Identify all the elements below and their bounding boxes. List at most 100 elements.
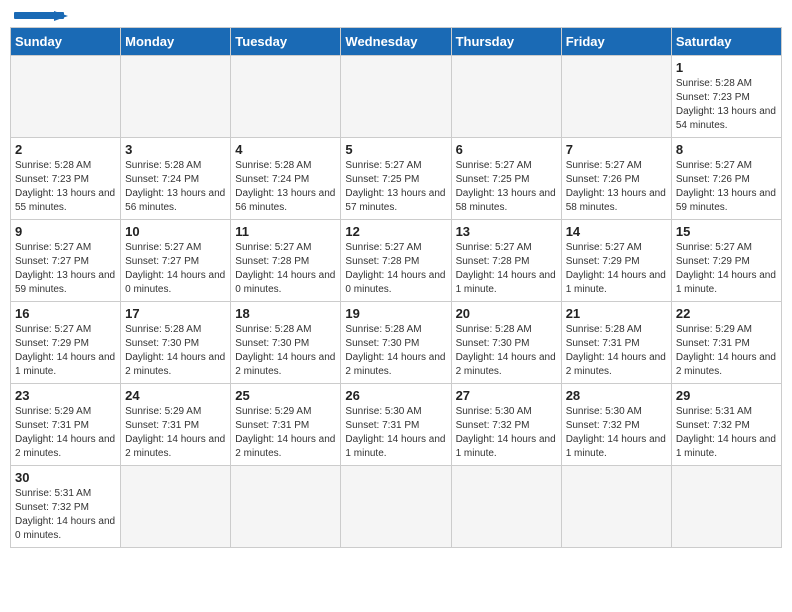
calendar-cell: 21 Sunrise: 5:28 AM Sunset: 7:31 PM Dayli… xyxy=(561,302,671,384)
day-info: Sunrise: 5:27 AM Sunset: 7:25 PM Dayligh… xyxy=(345,159,446,215)
page-header xyxy=(10,10,782,19)
calendar-cell: 26Sunrise: 5:30 AM Sunset: 7:31 PM Dayli… xyxy=(341,384,451,466)
calendar-cell xyxy=(341,56,451,138)
day-info: Sunrise: 5:30 AM Sunset: 7:32 PM Dayligh… xyxy=(566,405,667,461)
day-number: 14 xyxy=(566,224,667,239)
calendar-week-row: 16 Sunrise: 5:27 AM Sunset: 7:29 PM Dayli… xyxy=(11,302,782,384)
day-number: 13 xyxy=(456,224,557,239)
day-info: Sunrise: 5:28 AM Sunset: 7:23 PM Dayligh… xyxy=(15,159,116,215)
calendar-cell: 23 Sunrise: 5:29 AM Sunset: 7:31 PM Dayli… xyxy=(11,384,121,466)
calendar-cell: 15 Sunrise: 5:27 AM Sunset: 7:29 PM Dayli… xyxy=(671,220,781,302)
day-info: Sunrise: 5:28 AM Sunset: 7:30 PM Dayligh… xyxy=(456,323,557,379)
logo xyxy=(14,10,64,19)
day-info: Sunrise: 5:27 AM Sunset: 7:29 PM Dayligh… xyxy=(15,323,116,379)
calendar-cell: 11 Sunrise: 5:27 AM Sunset: 7:28 PM Dayli… xyxy=(231,220,341,302)
calendar-cell xyxy=(11,56,121,138)
day-info: Sunrise: 5:31 AM Sunset: 7:32 PM Dayligh… xyxy=(15,487,116,543)
calendar-cell: 12Sunrise: 5:27 AM Sunset: 7:28 PM Dayli… xyxy=(341,220,451,302)
calendar-cell xyxy=(121,466,231,548)
calendar-cell xyxy=(231,56,341,138)
day-number: 20 xyxy=(456,306,557,321)
day-info: Sunrise: 5:27 AM Sunset: 7:26 PM Dayligh… xyxy=(676,159,777,215)
calendar-cell: 16 Sunrise: 5:27 AM Sunset: 7:29 PM Dayli… xyxy=(11,302,121,384)
calendar-cell: 24 Sunrise: 5:29 AM Sunset: 7:31 PM Dayli… xyxy=(121,384,231,466)
day-number: 24 xyxy=(125,388,226,403)
day-number: 4 xyxy=(235,142,336,157)
calendar-header-saturday: Saturday xyxy=(671,28,781,56)
day-number: 11 xyxy=(235,224,336,239)
day-info: Sunrise: 5:28 AM Sunset: 7:30 PM Dayligh… xyxy=(345,323,446,379)
calendar-cell xyxy=(561,56,671,138)
day-info: Sunrise: 5:27 AM Sunset: 7:29 PM Dayligh… xyxy=(676,241,777,297)
day-info: Sunrise: 5:30 AM Sunset: 7:31 PM Dayligh… xyxy=(345,405,446,461)
calendar-cell: 28Sunrise: 5:30 AM Sunset: 7:32 PM Dayli… xyxy=(561,384,671,466)
calendar-cell: 18Sunrise: 5:28 AM Sunset: 7:30 PM Dayli… xyxy=(231,302,341,384)
calendar-week-row: 2 Sunrise: 5:28 AM Sunset: 7:23 PM Daylig… xyxy=(11,138,782,220)
day-number: 3 xyxy=(125,142,226,157)
day-number: 30 xyxy=(15,470,116,485)
day-info: Sunrise: 5:27 AM Sunset: 7:27 PM Dayligh… xyxy=(15,241,116,297)
calendar-cell xyxy=(341,466,451,548)
day-number: 7 xyxy=(566,142,667,157)
day-number: 25 xyxy=(235,388,336,403)
day-info: Sunrise: 5:30 AM Sunset: 7:32 PM Dayligh… xyxy=(456,405,557,461)
calendar-week-row: 1Sunrise: 5:28 AM Sunset: 7:23 PM Daylig… xyxy=(11,56,782,138)
day-info: Sunrise: 5:28 AM Sunset: 7:24 PM Dayligh… xyxy=(125,159,226,215)
calendar-week-row: 23 Sunrise: 5:29 AM Sunset: 7:31 PM Dayli… xyxy=(11,384,782,466)
calendar-cell: 10 Sunrise: 5:27 AM Sunset: 7:27 PM Dayli… xyxy=(121,220,231,302)
calendar-cell: 22Sunrise: 5:29 AM Sunset: 7:31 PM Dayli… xyxy=(671,302,781,384)
calendar-cell: 20 Sunrise: 5:28 AM Sunset: 7:30 PM Dayli… xyxy=(451,302,561,384)
day-info: Sunrise: 5:27 AM Sunset: 7:27 PM Dayligh… xyxy=(125,241,226,297)
day-info: Sunrise: 5:27 AM Sunset: 7:28 PM Dayligh… xyxy=(456,241,557,297)
day-info: Sunrise: 5:29 AM Sunset: 7:31 PM Dayligh… xyxy=(15,405,116,461)
day-number: 19 xyxy=(345,306,446,321)
calendar-week-row: 30 Sunrise: 5:31 AM Sunset: 7:32 PM Dayli… xyxy=(11,466,782,548)
calendar-header-tuesday: Tuesday xyxy=(231,28,341,56)
calendar-header-sunday: Sunday xyxy=(11,28,121,56)
day-info: Sunrise: 5:27 AM Sunset: 7:28 PM Dayligh… xyxy=(235,241,336,297)
calendar-cell: 13 Sunrise: 5:27 AM Sunset: 7:28 PM Dayli… xyxy=(451,220,561,302)
day-number: 6 xyxy=(456,142,557,157)
calendar-cell: 7 Sunrise: 5:27 AM Sunset: 7:26 PM Daylig… xyxy=(561,138,671,220)
calendar-header-thursday: Thursday xyxy=(451,28,561,56)
calendar-cell: 5 Sunrise: 5:27 AM Sunset: 7:25 PM Daylig… xyxy=(341,138,451,220)
calendar-cell: 17Sunrise: 5:28 AM Sunset: 7:30 PM Dayli… xyxy=(121,302,231,384)
calendar-cell: 3 Sunrise: 5:28 AM Sunset: 7:24 PM Daylig… xyxy=(121,138,231,220)
calendar-cell: 6 Sunrise: 5:27 AM Sunset: 7:25 PM Daylig… xyxy=(451,138,561,220)
day-number: 16 xyxy=(15,306,116,321)
day-info: Sunrise: 5:27 AM Sunset: 7:28 PM Dayligh… xyxy=(345,241,446,297)
calendar-cell: 4 Sunrise: 5:28 AM Sunset: 7:24 PM Daylig… xyxy=(231,138,341,220)
calendar-cell: 30 Sunrise: 5:31 AM Sunset: 7:32 PM Dayli… xyxy=(11,466,121,548)
calendar-header-friday: Friday xyxy=(561,28,671,56)
day-number: 9 xyxy=(15,224,116,239)
day-number: 2 xyxy=(15,142,116,157)
calendar-cell: 2 Sunrise: 5:28 AM Sunset: 7:23 PM Daylig… xyxy=(11,138,121,220)
calendar-cell: 29 Sunrise: 5:31 AM Sunset: 7:32 PM Dayli… xyxy=(671,384,781,466)
day-info: Sunrise: 5:31 AM Sunset: 7:32 PM Dayligh… xyxy=(676,405,777,461)
day-info: Sunrise: 5:28 AM Sunset: 7:24 PM Dayligh… xyxy=(235,159,336,215)
calendar-cell: 14 Sunrise: 5:27 AM Sunset: 7:29 PM Dayli… xyxy=(561,220,671,302)
calendar-cell xyxy=(451,56,561,138)
day-number: 29 xyxy=(676,388,777,403)
day-number: 23 xyxy=(15,388,116,403)
day-number: 15 xyxy=(676,224,777,239)
day-info: Sunrise: 5:28 AM Sunset: 7:31 PM Dayligh… xyxy=(566,323,667,379)
day-info: Sunrise: 5:27 AM Sunset: 7:25 PM Dayligh… xyxy=(456,159,557,215)
calendar-cell: 19 Sunrise: 5:28 AM Sunset: 7:30 PM Dayli… xyxy=(341,302,451,384)
calendar-cell: 8Sunrise: 5:27 AM Sunset: 7:26 PM Daylig… xyxy=(671,138,781,220)
day-number: 10 xyxy=(125,224,226,239)
day-number: 21 xyxy=(566,306,667,321)
calendar-cell xyxy=(121,56,231,138)
day-info: Sunrise: 5:29 AM Sunset: 7:31 PM Dayligh… xyxy=(125,405,226,461)
day-info: Sunrise: 5:27 AM Sunset: 7:26 PM Dayligh… xyxy=(566,159,667,215)
day-info: Sunrise: 5:27 AM Sunset: 7:29 PM Dayligh… xyxy=(566,241,667,297)
calendar-header-monday: Monday xyxy=(121,28,231,56)
calendar-cell: 9 Sunrise: 5:27 AM Sunset: 7:27 PM Daylig… xyxy=(11,220,121,302)
day-number: 5 xyxy=(345,142,446,157)
calendar-cell xyxy=(561,466,671,548)
day-number: 17 xyxy=(125,306,226,321)
day-number: 22 xyxy=(676,306,777,321)
calendar-cell xyxy=(231,466,341,548)
calendar-cell: 25Sunrise: 5:29 AM Sunset: 7:31 PM Dayli… xyxy=(231,384,341,466)
calendar-cell xyxy=(671,466,781,548)
